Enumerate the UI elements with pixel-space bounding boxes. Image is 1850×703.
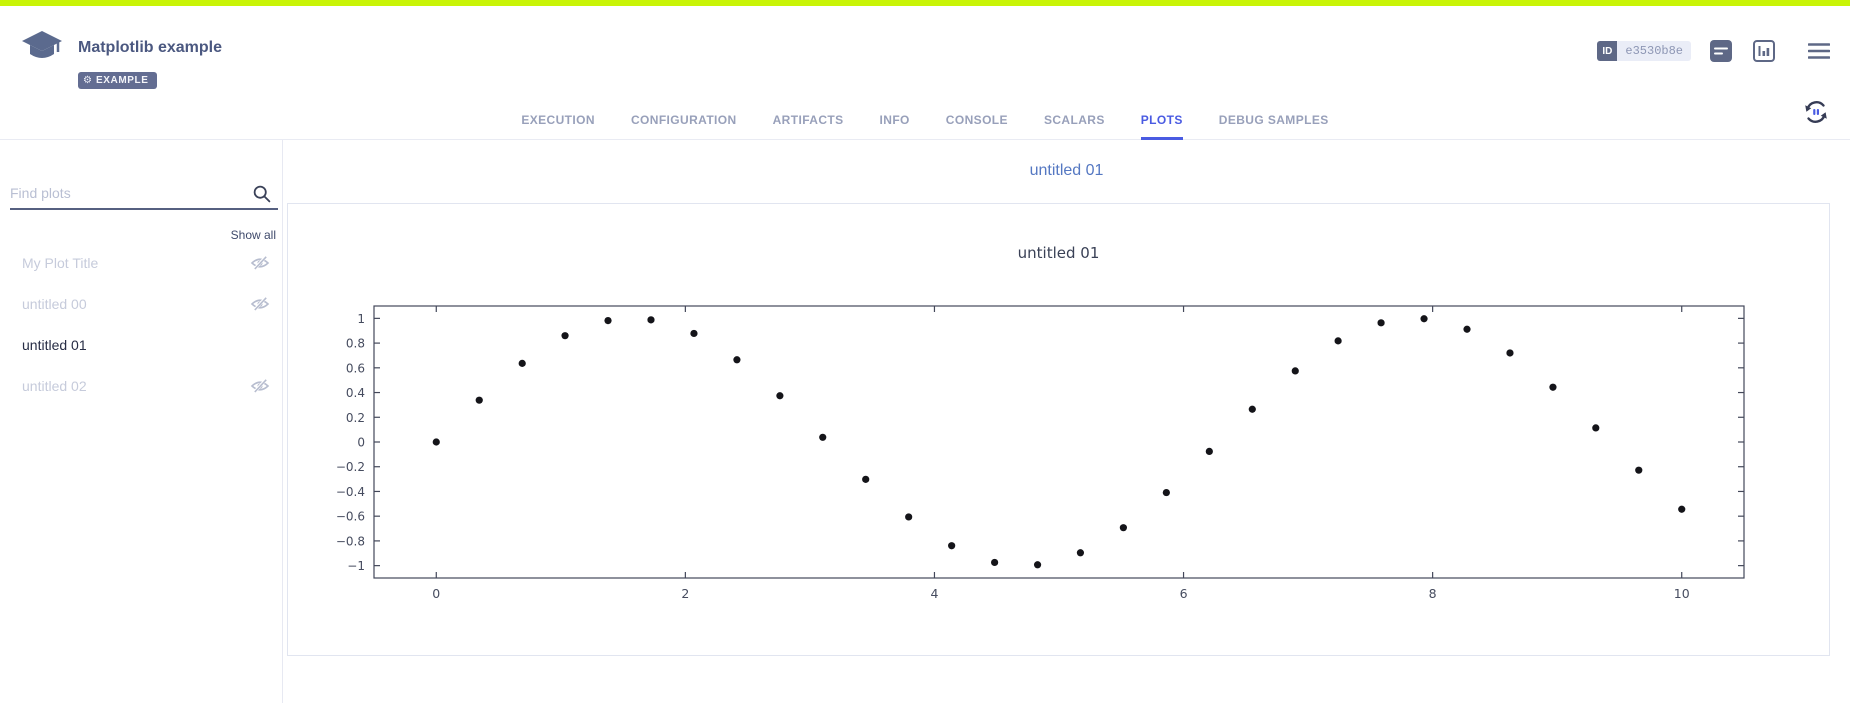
plot-list: My Plot Title untitled 00 xyxy=(0,242,282,406)
svg-text:0.2: 0.2 xyxy=(346,411,365,425)
example-badge-icon: ⚙ xyxy=(83,76,92,86)
svg-text:0: 0 xyxy=(357,436,365,450)
svg-text:0.8: 0.8 xyxy=(346,337,365,351)
svg-text:−0.2: −0.2 xyxy=(336,460,365,474)
example-badge: ⚙ EXAMPLE xyxy=(78,72,157,89)
id-value: e3530b8e xyxy=(1617,41,1691,61)
experiment-title: Matplotlib example xyxy=(78,39,222,57)
plot-card: untitled 01 0 2 4 6 8 10 −1 −0.8 −0.6 −0.4 −0.2 0 0.… xyxy=(287,203,1830,656)
header: Matplotlib example ⚙ EXAMPLE ID e3530b8e xyxy=(0,6,1850,140)
svg-text:−0.8: −0.8 xyxy=(336,534,365,548)
id-label: ID xyxy=(1597,41,1617,61)
search-input[interactable] xyxy=(10,180,245,206)
plot-title: untitled 01 xyxy=(288,244,1829,262)
app-window: PUBLISHED Matplotlib example ⚙ EXAMPLE I… xyxy=(0,0,1850,703)
experiment-id-chip[interactable]: ID e3530b8e xyxy=(1597,41,1691,61)
plot-list-item[interactable]: untitled 00 xyxy=(0,283,282,324)
search-icon xyxy=(252,184,272,209)
svg-text:−0.4: −0.4 xyxy=(336,485,365,499)
auto-refresh-icon[interactable] xyxy=(1802,98,1830,126)
tab-bar: EXECUTION CONFIGURATION ARTIFACTS INFO C… xyxy=(0,113,1850,140)
app-logo-icon xyxy=(20,30,64,66)
svg-text:10: 10 xyxy=(1674,586,1690,601)
plot-list-item[interactable]: My Plot Title xyxy=(0,242,282,283)
details-panel-icon[interactable] xyxy=(1709,39,1733,63)
tab-console[interactable]: CONSOLE xyxy=(946,113,1008,140)
eye-off-icon[interactable] xyxy=(250,378,270,399)
header-actions: ID e3530b8e xyxy=(1597,39,1832,63)
svg-text:1: 1 xyxy=(357,312,365,326)
tab-execution[interactable]: EXECUTION xyxy=(521,113,595,140)
tab-artifacts[interactable]: ARTIFACTS xyxy=(773,113,844,140)
svg-text:2: 2 xyxy=(681,586,689,601)
tab-plots[interactable]: PLOTS xyxy=(1141,113,1183,140)
tab-info[interactable]: INFO xyxy=(880,113,910,140)
eye-off-icon[interactable] xyxy=(250,296,270,317)
plot-list-item-selected[interactable]: untitled 01 xyxy=(0,324,282,365)
plot-group-title: untitled 01 xyxy=(283,162,1850,180)
svg-text:−0.6: −0.6 xyxy=(336,510,365,524)
svg-text:−1: −1 xyxy=(347,559,365,573)
plot-search-box xyxy=(10,180,278,210)
svg-text:8: 8 xyxy=(1429,586,1437,601)
svg-text:6: 6 xyxy=(1180,586,1188,601)
svg-text:4: 4 xyxy=(930,586,938,601)
tab-configuration[interactable]: CONFIGURATION xyxy=(631,113,737,140)
svg-text:0.6: 0.6 xyxy=(346,361,365,375)
eye-off-icon[interactable] xyxy=(250,255,270,276)
tab-debug-samples[interactable]: DEBUG SAMPLES xyxy=(1219,113,1329,140)
tab-scalars[interactable]: SCALARS xyxy=(1044,113,1105,140)
plot-list-item[interactable]: untitled 02 xyxy=(0,365,282,406)
show-all-link[interactable]: Show all xyxy=(231,228,276,242)
plots-sidebar: Show all My Plot Title untitled 00 xyxy=(0,140,283,703)
svg-text:0: 0 xyxy=(432,586,440,601)
metrics-panel-icon[interactable] xyxy=(1752,39,1776,63)
scatter-plot[interactable]: 0 2 4 6 8 10 −1 −0.8 −0.6 −0.4 −0.2 0 0.2 0.4 0.6 0.8 1 xyxy=(331,281,1831,631)
menu-icon[interactable] xyxy=(1808,42,1830,60)
svg-text:0.4: 0.4 xyxy=(346,386,365,400)
